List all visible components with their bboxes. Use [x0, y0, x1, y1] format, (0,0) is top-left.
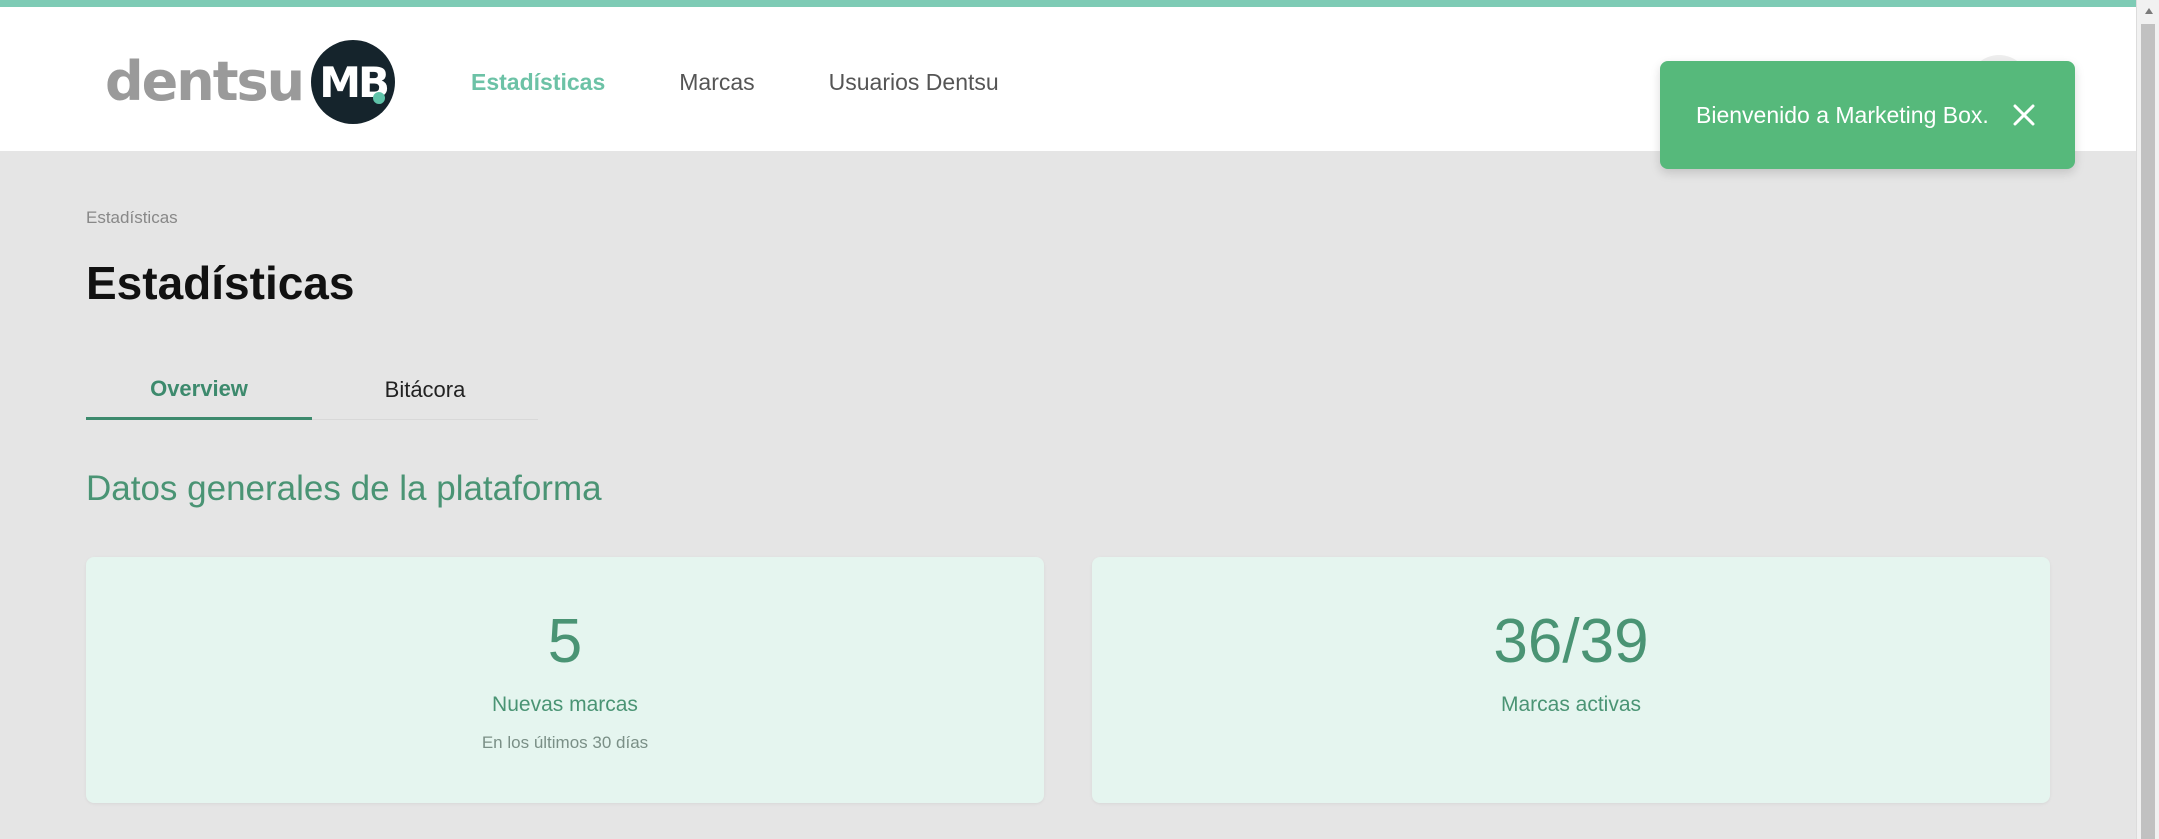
vertical-scrollbar[interactable] — [2136, 0, 2159, 839]
scrollbar-thumb[interactable] — [2141, 24, 2155, 839]
brand-logo[interactable]: dentsu MB — [105, 37, 396, 127]
page: dentsu MB Estadísticas Marcas Usuarios D… — [0, 0, 2136, 839]
section-title: Datos generales de la plataforma — [86, 469, 602, 508]
welcome-toast: Bienvenido a Marketing Box. — [1660, 61, 2075, 169]
logo-text: dentsu — [105, 50, 305, 113]
page-title: Estadísticas — [86, 257, 355, 309]
stat-label: Nuevas marcas — [492, 693, 638, 716]
nav-item-estadisticas[interactable]: Estadísticas — [471, 67, 605, 97]
stat-subtitle: En los últimos 30 días — [481, 733, 649, 752]
close-icon[interactable] — [2011, 102, 2037, 128]
top-accent-bar — [0, 0, 2136, 7]
nav-item-usuarios-dentsu[interactable]: Usuarios Dentsu — [829, 67, 999, 97]
logo-badge: MB — [311, 40, 396, 124]
tab-overview[interactable]: Overview — [86, 360, 312, 420]
breadcrumb[interactable]: Estadísticas — [86, 208, 178, 228]
tab-bitacora[interactable]: Bitácora — [312, 360, 538, 420]
tab-bar: Overview Bitácora — [86, 360, 538, 420]
stat-value: 5 — [547, 607, 583, 676]
scroll-up-arrow-icon[interactable] — [2137, 0, 2159, 22]
stat-card-marcas-activas: 36/39 Marcas activas — [1092, 557, 2050, 803]
stat-card-nuevas-marcas: 5 Nuevas marcas En los últimos 30 días — [86, 557, 1044, 803]
stat-value: 36/39 — [1493, 607, 1649, 676]
main-nav: Estadísticas Marcas Usuarios Dentsu — [471, 67, 1073, 97]
nav-item-marcas[interactable]: Marcas — [679, 67, 754, 97]
stat-label: Marcas activas — [1500, 693, 1642, 716]
toast-message: Bienvenido a Marketing Box. — [1696, 102, 1989, 128]
